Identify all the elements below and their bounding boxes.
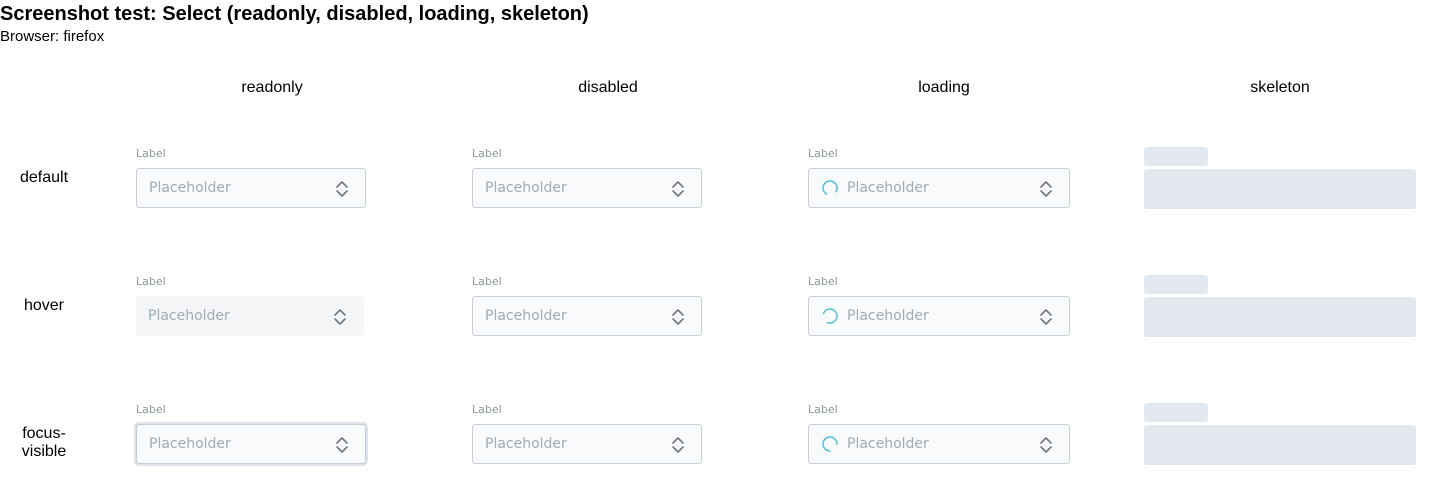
column-header-disabled: disabled xyxy=(578,79,638,96)
chevron-up-down-icon xyxy=(672,437,684,453)
chevron-up-down-icon xyxy=(336,181,348,197)
skeleton-field-placeholder xyxy=(1144,297,1416,337)
select-field[interactable]: Placeholder xyxy=(136,168,366,208)
column-header-loading: loading xyxy=(918,79,970,96)
column-header-readonly: readonly xyxy=(241,79,303,96)
select-placeholder: Placeholder xyxy=(485,436,567,452)
page-title: Screenshot test: Select (readonly, disab… xyxy=(0,3,589,25)
select-field: Placeholder xyxy=(472,168,702,208)
chevron-up-down-icon xyxy=(672,309,684,325)
select-placeholder: Placeholder xyxy=(148,308,230,324)
select-placeholder: Placeholder xyxy=(149,436,231,452)
row-header-default: default xyxy=(19,169,69,186)
row-header-focus-visible: focus-visible xyxy=(21,425,67,460)
select-label: Label xyxy=(136,147,166,160)
skeleton-label-placeholder xyxy=(1144,147,1208,166)
select-field[interactable]: Placeholder xyxy=(136,424,366,464)
select-field: Placeholder xyxy=(472,296,702,336)
loading-spinner-icon xyxy=(822,308,838,324)
select-placeholder: Placeholder xyxy=(847,180,929,196)
select-placeholder: Placeholder xyxy=(149,180,231,196)
select-field[interactable]: Placeholder xyxy=(136,296,364,336)
select-label: Label xyxy=(472,275,502,288)
skeleton-label-placeholder xyxy=(1144,403,1208,422)
loading-spinner-icon xyxy=(822,180,838,196)
row-header-hover: hover xyxy=(23,297,65,314)
chevron-up-down-icon xyxy=(336,437,348,453)
chevron-up-down-icon xyxy=(672,181,684,197)
chevron-up-down-icon xyxy=(1040,309,1052,325)
select-placeholder: Placeholder xyxy=(485,308,567,324)
select-label: Label xyxy=(808,275,838,288)
chevron-up-down-icon xyxy=(1040,437,1052,453)
select-label: Label xyxy=(472,403,502,416)
select-label: Label xyxy=(136,403,166,416)
select-field[interactable]: Placeholder xyxy=(808,296,1070,336)
skeleton-field-placeholder xyxy=(1144,425,1416,465)
loading-spinner-icon xyxy=(822,436,838,452)
chevron-up-down-icon xyxy=(1040,181,1052,197)
select-label: Label xyxy=(136,275,166,288)
select-label: Label xyxy=(808,147,838,160)
select-placeholder: Placeholder xyxy=(847,436,929,452)
select-field[interactable]: Placeholder xyxy=(808,424,1070,464)
select-label: Label xyxy=(808,403,838,416)
select-placeholder: Placeholder xyxy=(485,180,567,196)
select-placeholder: Placeholder xyxy=(847,308,929,324)
column-header-skeleton: skeleton xyxy=(1250,79,1310,96)
select-field: Placeholder xyxy=(472,424,702,464)
select-field[interactable]: Placeholder xyxy=(808,168,1070,208)
select-label: Label xyxy=(472,147,502,160)
skeleton-label-placeholder xyxy=(1144,275,1208,294)
browser-label: Browser: firefox xyxy=(0,28,105,45)
skeleton-field-placeholder xyxy=(1144,169,1416,209)
chevron-up-down-icon xyxy=(334,309,346,325)
